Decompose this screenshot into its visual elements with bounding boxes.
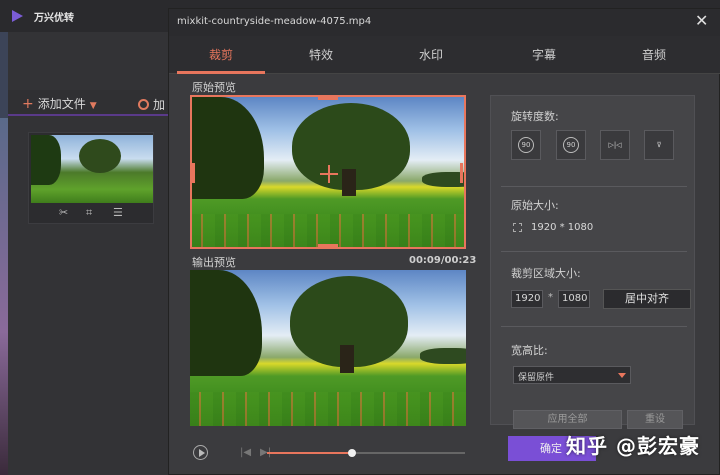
play-icon[interactable] bbox=[193, 445, 208, 460]
divider bbox=[501, 326, 687, 327]
edit-tabs: 裁剪 特效 水印 字幕 音频 bbox=[169, 36, 720, 74]
previous-frame-icon[interactable]: |◀ bbox=[240, 447, 251, 458]
original-preview[interactable] bbox=[190, 95, 466, 249]
tab-effects[interactable]: 特效 bbox=[291, 46, 351, 63]
tab-watermark[interactable]: 水印 bbox=[401, 46, 461, 63]
tab-subtitles[interactable]: 字幕 bbox=[514, 46, 574, 63]
divider bbox=[501, 186, 687, 187]
app-title: 万兴优转 bbox=[34, 13, 74, 24]
tab-audio[interactable]: 音频 bbox=[624, 46, 684, 63]
thumb-left-trees bbox=[31, 135, 61, 185]
crop-settings-panel: 旋转度数: 90 90 ▷|◁ ⊽ 原始大小: 1920 * 1080 裁剪区域… bbox=[490, 95, 695, 429]
aspect-ratio-select[interactable]: 保留原件 bbox=[513, 366, 631, 384]
crop-area-label: 裁剪区域大小: bbox=[511, 267, 581, 280]
add-more-label: 加 bbox=[153, 98, 166, 112]
watermark-text: 知乎 @彭宏豪 bbox=[566, 434, 700, 458]
aspect-ratio-label: 宽高比: bbox=[511, 344, 548, 357]
apply-all-button[interactable]: 应用全部 bbox=[513, 410, 622, 429]
aspect-ratio-value: 保留原件 bbox=[518, 373, 555, 383]
center-align-button[interactable]: 居中对齐 bbox=[603, 289, 691, 309]
progress-fill bbox=[267, 452, 353, 454]
dialog-title: mixkit-countryside-meadow-4075.mp4 bbox=[177, 16, 372, 27]
player-controls: |◀ ▶| bbox=[190, 443, 470, 463]
tab-crop[interactable]: 裁剪 bbox=[191, 46, 251, 63]
playback-time: 00:09/00:23 bbox=[409, 255, 477, 266]
output-preview bbox=[190, 270, 466, 426]
thumbnail-tools: ✂ ⌗ ☰ bbox=[29, 205, 153, 223]
add-file-button[interactable]: + 添加文件 ▼ bbox=[22, 95, 97, 112]
add-more-button[interactable]: 加 bbox=[138, 96, 165, 113]
original-size-label: 原始大小: bbox=[511, 199, 559, 212]
crop-handle-bottom[interactable] bbox=[318, 244, 338, 247]
app-logo-icon bbox=[12, 10, 23, 22]
progress-slider[interactable] bbox=[267, 449, 465, 457]
crop-center-crosshair-v[interactable] bbox=[328, 165, 330, 183]
original-size-value: 1920 * 1080 bbox=[531, 222, 594, 233]
dialog-titlebar: mixkit-countryside-meadow-4075.mp4 ✕ bbox=[169, 9, 720, 36]
crop-handle-top[interactable] bbox=[318, 97, 338, 100]
adjust-icon[interactable]: ☰ bbox=[113, 206, 123, 219]
rotate-label: 旋转度数: bbox=[511, 110, 559, 123]
original-preview-label: 原始预览 bbox=[192, 81, 236, 94]
video-thumbnail-card[interactable]: ✂ ⌗ ☰ bbox=[28, 132, 154, 224]
close-icon[interactable]: ✕ bbox=[695, 13, 708, 29]
plus-icon: + bbox=[22, 96, 34, 112]
thumb-tree bbox=[79, 139, 121, 173]
output-preview-label: 输出预览 bbox=[192, 256, 236, 269]
output-preview-frame bbox=[190, 270, 466, 426]
chevron-down-icon bbox=[618, 373, 626, 378]
crop-handle-left[interactable] bbox=[192, 163, 195, 183]
screen: 万兴优转 + 添加文件 ▼ 加 ✂ ⌗ ☰ mixkit-countryside-m… bbox=[0, 0, 720, 475]
active-tab-indicator bbox=[177, 71, 265, 74]
flip-horizontal-button[interactable]: ▷|◁ bbox=[600, 130, 630, 160]
add-file-label: 添加文件 bbox=[37, 97, 86, 111]
record-icon bbox=[138, 99, 149, 110]
crop-icon[interactable]: ⌗ bbox=[86, 206, 92, 220]
edit-dialog: mixkit-countryside-meadow-4075.mp4 ✕ 裁剪 … bbox=[168, 8, 720, 475]
desktop-edge bbox=[0, 32, 8, 118]
rotate-right-90-button[interactable]: 90 bbox=[556, 130, 586, 160]
video-thumbnail[interactable] bbox=[31, 135, 153, 203]
rotate-left-90-button[interactable]: 90 bbox=[511, 130, 541, 160]
crop-width-input[interactable]: 1920 bbox=[511, 290, 543, 308]
crop-size-separator: * bbox=[548, 292, 553, 303]
crop-handle-right[interactable] bbox=[460, 163, 463, 183]
scissors-icon[interactable]: ✂ bbox=[59, 206, 68, 219]
resolution-icon bbox=[513, 223, 522, 232]
progress-knob[interactable] bbox=[348, 449, 357, 457]
dropdown-caret-icon[interactable]: ▼ bbox=[90, 101, 97, 111]
desktop-edge-lower bbox=[0, 118, 8, 475]
divider bbox=[501, 251, 687, 252]
flip-vertical-button[interactable]: ⊽ bbox=[644, 130, 674, 160]
crop-height-input[interactable]: 1080 bbox=[558, 290, 590, 308]
reset-button[interactable]: 重设 bbox=[627, 410, 683, 429]
